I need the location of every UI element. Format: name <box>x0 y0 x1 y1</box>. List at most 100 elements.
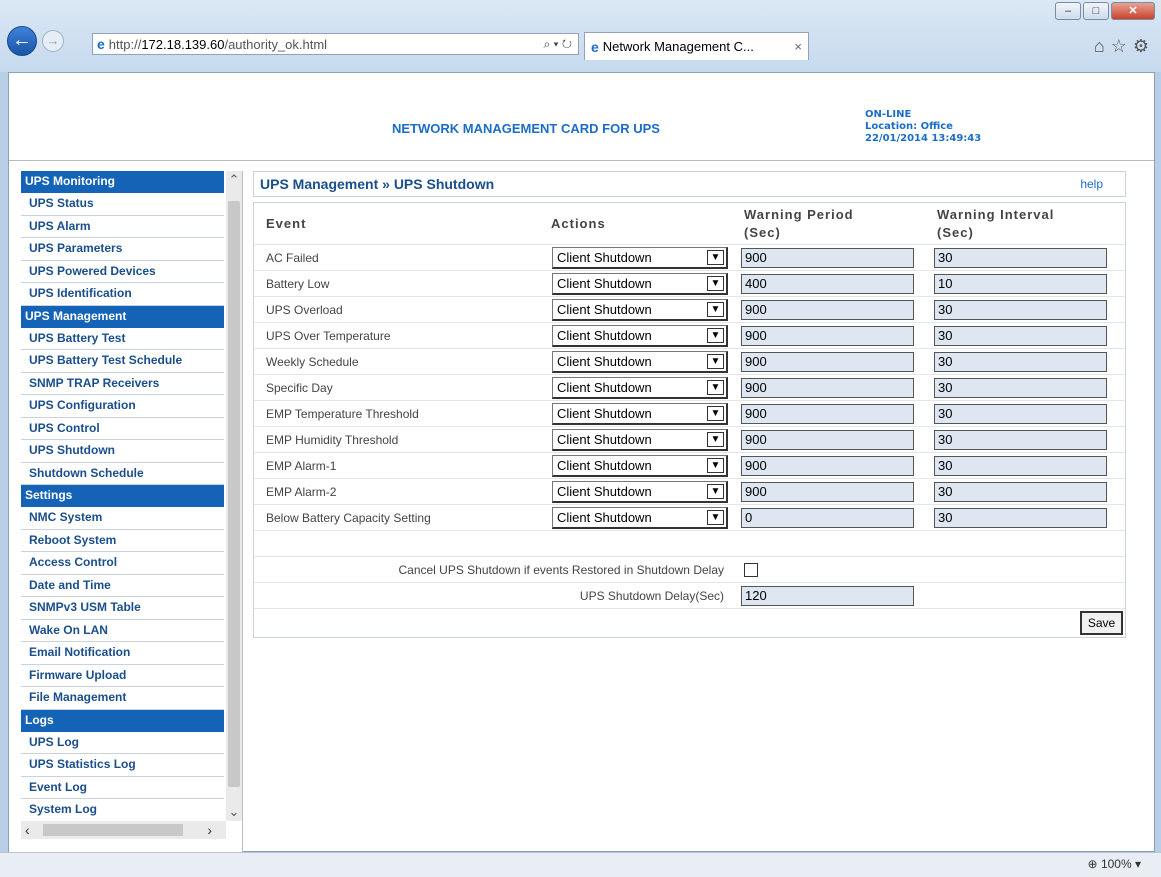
sidebar-item[interactable]: UPS Shutdown <box>21 440 224 463</box>
warning-interval-input[interactable]: 30 <box>934 377 1107 398</box>
sidebar-section-header[interactable]: Logs <box>21 709 224 732</box>
sidebar-item[interactable]: File Management <box>21 687 224 710</box>
sidebar-item[interactable]: Access Control <box>21 552 224 575</box>
browser-tab[interactable]: e Network Management C... × <box>584 32 809 60</box>
forward-button[interactable]: → <box>42 30 64 52</box>
sidebar-item[interactable]: Date and Time <box>21 574 224 597</box>
chevron-down-icon[interactable]: ▼ <box>707 353 724 369</box>
action-select[interactable]: Client Shutdown ▼ <box>552 402 728 425</box>
sidebar-item[interactable]: Wake On LAN <box>21 619 224 642</box>
warning-period-input[interactable]: 400 <box>741 273 914 294</box>
action-select[interactable]: Client Shutdown ▼ <box>552 324 728 347</box>
chevron-down-icon[interactable]: ▼ <box>707 327 724 343</box>
warning-period-input[interactable]: 900 <box>741 403 914 424</box>
sidebar-item[interactable]: UPS Battery Test Schedule <box>21 350 224 373</box>
chevron-down-icon[interactable]: ▼ <box>707 249 724 265</box>
table-row: UPS Over Temperature Client Shutdown ▼ 900 3… <box>254 323 1125 349</box>
warning-interval-input[interactable]: 30 <box>934 455 1107 476</box>
chevron-down-icon[interactable]: ▼ <box>707 457 724 473</box>
chevron-down-icon[interactable]: ▼ <box>707 405 724 421</box>
warning-period-input[interactable]: 0 <box>741 507 914 528</box>
sidebar-item[interactable]: NMC System <box>21 507 224 530</box>
back-button[interactable]: ← <box>7 26 37 56</box>
chevron-left-icon[interactable]: ‹ <box>25 821 30 839</box>
warning-period-input[interactable]: 900 <box>741 377 914 398</box>
warning-interval-input[interactable]: 30 <box>934 351 1107 372</box>
chevron-down-icon[interactable]: ▼ <box>707 275 724 291</box>
sidebar-section-header[interactable]: Settings <box>21 485 224 507</box>
sidebar-item[interactable]: UPS Control <box>21 417 224 440</box>
warning-period-input[interactable]: 900 <box>741 299 914 320</box>
sidebar-item[interactable]: Event Log <box>21 776 224 799</box>
sidebar-section-header[interactable]: UPS Monitoring <box>21 171 224 193</box>
warning-interval-input[interactable]: 30 <box>934 507 1107 528</box>
sidebar-item[interactable]: Reboot System <box>21 529 224 552</box>
scrollbar-thumb[interactable] <box>228 201 240 787</box>
search-refresh-icon[interactable]: ⌕ ▾ ↻ <box>543 37 578 52</box>
sidebar-item[interactable]: UPS Log <box>21 731 224 754</box>
scrollbar-thumb[interactable] <box>43 824 183 836</box>
sidebar-item[interactable]: UPS Status <box>21 193 224 216</box>
sidebar-item[interactable]: UPS Configuration <box>21 395 224 418</box>
sidebar-item[interactable]: UPS Powered Devices <box>21 260 224 283</box>
warning-period-input[interactable]: 900 <box>741 455 914 476</box>
action-select[interactable]: Client Shutdown ▼ <box>552 376 728 399</box>
minimize-button[interactable]: – <box>1055 2 1081 20</box>
sidebar-item[interactable]: UPS Alarm <box>21 215 224 238</box>
sidebar-item[interactable]: System Log <box>21 799 224 822</box>
warning-interval-input[interactable]: 30 <box>934 481 1107 502</box>
tab-close-icon[interactable]: × <box>794 39 808 54</box>
chevron-right-icon[interactable]: › <box>207 821 212 839</box>
maximize-button[interactable]: □ <box>1083 2 1109 20</box>
sidebar-item[interactable]: UPS Statistics Log <box>21 754 224 777</box>
warning-interval-input[interactable]: 30 <box>934 299 1107 320</box>
action-select[interactable]: Client Shutdown ▼ <box>552 506 728 529</box>
sidebar-item[interactable]: Shutdown Schedule <box>21 462 224 485</box>
action-select[interactable]: Client Shutdown ▼ <box>552 246 728 269</box>
chevron-up-icon[interactable]: ⌃ <box>226 171 242 189</box>
sidebar-item[interactable]: UPS Parameters <box>21 238 224 261</box>
action-select[interactable]: Client Shutdown ▼ <box>552 298 728 321</box>
action-select[interactable]: Client Shutdown ▼ <box>552 350 728 373</box>
sidebar-item[interactable]: UPS Battery Test <box>21 327 224 350</box>
action-select[interactable]: Client Shutdown ▼ <box>552 428 728 451</box>
zoom-control[interactable]: ⊕ 100% ▾ <box>1088 857 1141 871</box>
action-select[interactable]: Client Shutdown ▼ <box>552 480 728 503</box>
sidebar-item[interactable]: SNMP TRAP Receivers <box>21 372 224 395</box>
sidebar-vertical-scrollbar[interactable]: ⌃ ⌄ <box>226 171 242 821</box>
address-bar[interactable]: e http://172.18.139.60/authority_ok.html… <box>92 33 579 55</box>
warning-period-input[interactable]: 900 <box>741 429 914 450</box>
sidebar-section-header[interactable]: UPS Management <box>21 305 224 328</box>
warning-period-input[interactable]: 900 <box>741 481 914 502</box>
sidebar-item[interactable]: UPS Identification <box>21 283 224 306</box>
gear-icon[interactable]: ⚙ <box>1133 36 1155 56</box>
table-row: EMP Temperature Threshold Client Shutdown… <box>254 401 1125 427</box>
sidebar-item[interactable]: Firmware Upload <box>21 664 224 687</box>
chevron-down-icon[interactable]: ▼ <box>707 379 724 395</box>
warning-interval-input[interactable]: 10 <box>934 273 1107 294</box>
close-window-button[interactable]: ✕ <box>1111 2 1155 20</box>
sidebar-item[interactable]: SNMPv3 USM Table <box>21 597 224 620</box>
chevron-down-icon[interactable]: ▼ <box>707 301 724 317</box>
save-button[interactable]: Save <box>1080 611 1123 635</box>
action-select[interactable]: Client Shutdown ▼ <box>552 272 728 295</box>
warning-interval-input[interactable]: 30 <box>934 403 1107 424</box>
home-icon[interactable]: ⌂ <box>1094 36 1111 56</box>
action-select[interactable]: Client Shutdown ▼ <box>552 454 728 477</box>
warning-period-input[interactable]: 900 <box>741 351 914 372</box>
chevron-down-icon[interactable]: ▼ <box>707 431 724 447</box>
warning-interval-input[interactable]: 30 <box>934 247 1107 268</box>
favorites-star-icon[interactable]: ☆ <box>1111 36 1133 56</box>
chevron-down-icon[interactable]: ▼ <box>707 483 724 499</box>
warning-period-input[interactable]: 900 <box>741 247 914 268</box>
cancel-shutdown-checkbox[interactable] <box>744 562 758 577</box>
chevron-down-icon[interactable]: ⌄ <box>226 803 242 821</box>
shutdown-delay-input[interactable]: 120 <box>741 585 914 606</box>
sidebar-item[interactable]: Email Notification <box>21 642 224 665</box>
help-link[interactable]: help <box>1080 177 1119 191</box>
warning-period-input[interactable]: 900 <box>741 325 914 346</box>
warning-interval-input[interactable]: 30 <box>934 325 1107 346</box>
warning-interval-input[interactable]: 30 <box>934 429 1107 450</box>
sidebar-horizontal-scrollbar[interactable]: ‹ › <box>21 821 226 839</box>
chevron-down-icon[interactable]: ▼ <box>707 509 724 525</box>
